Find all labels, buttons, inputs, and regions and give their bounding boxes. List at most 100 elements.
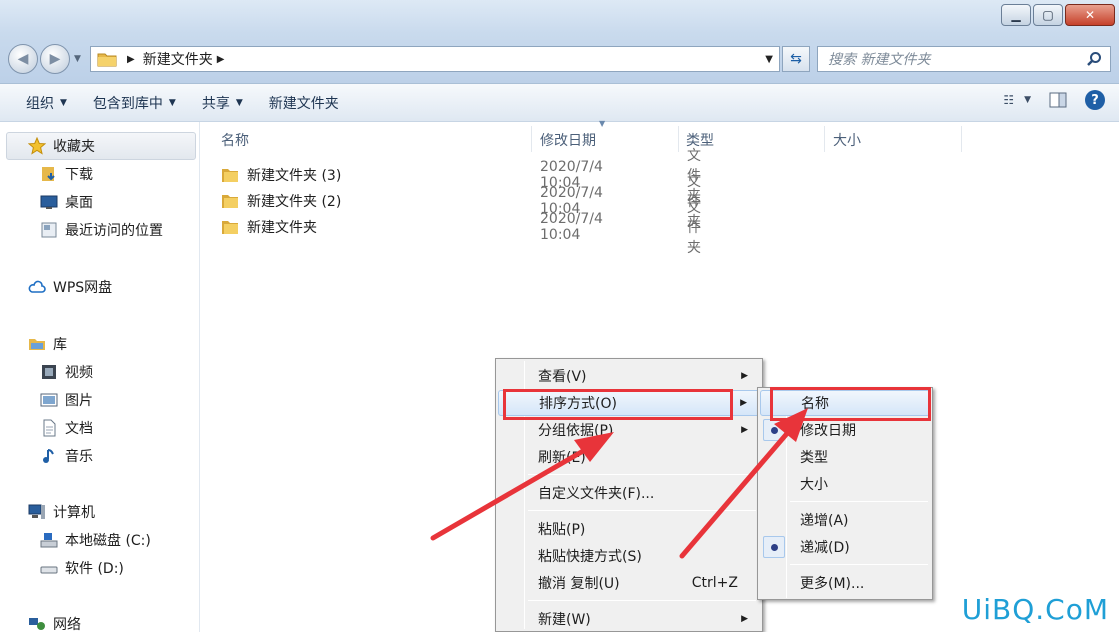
sidebar-item-label: 文档 bbox=[65, 421, 93, 437]
file-date: 2020/7/4 10:04 bbox=[540, 211, 603, 243]
menu-item-refresh[interactable]: 刷新(E) bbox=[498, 444, 760, 470]
sidebar-item-network[interactable]: 网络 bbox=[28, 614, 81, 632]
sidebar-item-computer[interactable]: 计算机 bbox=[28, 502, 95, 522]
menu-separator bbox=[528, 510, 756, 511]
back-button[interactable]: ◀ bbox=[8, 44, 38, 74]
menu-item-new[interactable]: 新建(W) ▶ bbox=[498, 606, 760, 632]
command-bar: 组织 ▼ 包含到库中 ▼ 共享 ▼ 新建文件夹 ☷ ▼ ? bbox=[0, 84, 1119, 122]
column-header-size[interactable]: 大小 bbox=[833, 130, 861, 150]
folder-icon bbox=[222, 195, 238, 208]
menu-item-customize-folder[interactable]: 自定义文件夹(F)... bbox=[498, 480, 760, 506]
document-icon bbox=[40, 419, 58, 437]
submenu-arrow-icon: ▶ bbox=[741, 371, 748, 381]
desktop-icon bbox=[40, 193, 58, 211]
close-button[interactable]: ✕ bbox=[1065, 4, 1115, 26]
maximize-button[interactable]: ▢ bbox=[1033, 4, 1063, 26]
chevron-down-icon: ▼ bbox=[168, 97, 176, 108]
file-name: 新建文件夹 (2) bbox=[247, 194, 342, 210]
sort-option-type[interactable]: 类型 bbox=[760, 444, 930, 470]
menu-item-label: 更多(M)... bbox=[800, 576, 865, 592]
menu-item-view[interactable]: 查看(V) ▶ bbox=[498, 363, 760, 389]
file-name: 新建文件夹 (3) bbox=[247, 168, 342, 184]
star-icon bbox=[28, 137, 46, 155]
folder-icon bbox=[222, 221, 238, 234]
minimize-button[interactable]: ▁ bbox=[1001, 4, 1031, 26]
sidebar-item-label: 最近访问的位置 bbox=[65, 223, 163, 239]
menu-item-paste-shortcut[interactable]: 粘贴快捷方式(S) bbox=[498, 543, 760, 569]
column-divider[interactable] bbox=[678, 126, 679, 152]
file-row[interactable]: 新建文件夹 (2) 2020/7/4 10:04 文件夹 bbox=[221, 174, 701, 230]
search-icon[interactable] bbox=[1086, 51, 1102, 67]
menu-item-paste[interactable]: 粘贴(P) bbox=[498, 516, 760, 542]
column-divider[interactable] bbox=[824, 126, 825, 152]
column-divider[interactable] bbox=[961, 126, 962, 152]
address-dropdown-icon[interactable]: ▼ bbox=[765, 54, 773, 65]
sidebar-item-desktop[interactable]: 桌面 bbox=[40, 192, 93, 212]
sidebar-item-wps-drive[interactable]: WPS网盘 bbox=[28, 277, 112, 297]
column-divider[interactable] bbox=[531, 126, 532, 152]
sidebar-item-pictures[interactable]: 图片 bbox=[40, 390, 93, 410]
annotation-highlight-sort-by bbox=[503, 389, 733, 420]
view-options-button[interactable]: ☷ ▼ bbox=[1003, 93, 1031, 107]
refresh-button[interactable]: ⇆ bbox=[782, 46, 810, 72]
sidebar-item-documents[interactable]: 文档 bbox=[40, 418, 93, 438]
include-in-library-menu[interactable]: 包含到库中 ▼ bbox=[93, 93, 176, 113]
file-row[interactable]: 新建文件夹 (3) 2020/7/4 10:04 文件夹 bbox=[221, 148, 701, 204]
radio-selected-icon bbox=[771, 426, 778, 434]
menu-item-group-by[interactable]: 分组依据(P) ▶ bbox=[498, 417, 760, 443]
new-folder-label: 新建文件夹 bbox=[268, 95, 339, 112]
chevron-down-icon: ▼ bbox=[1024, 95, 1031, 105]
network-icon bbox=[28, 615, 46, 632]
column-header-date[interactable]: 修改日期 bbox=[540, 130, 596, 150]
sort-option-more[interactable]: 更多(M)... bbox=[760, 570, 930, 596]
navigation-pane: 收藏夹 下载 桌面 最近访问的位置 WPS网盘 库 视频 图片 文档 音乐 计算… bbox=[0, 122, 200, 632]
menu-item-label: 撤消 复制(U) bbox=[538, 576, 620, 592]
submenu-arrow-icon: ▶ bbox=[740, 398, 747, 408]
menu-item-label: 递减(D) bbox=[800, 540, 850, 556]
address-bar[interactable]: ▶ 新建文件夹 ▶ ▼ bbox=[90, 46, 780, 72]
recent-places-icon bbox=[40, 221, 58, 239]
menu-item-label: 分组依据(P) bbox=[538, 423, 614, 439]
menu-item-undo-copy[interactable]: 撤消 复制(U) Ctrl+Z bbox=[498, 570, 760, 596]
sort-option-size[interactable]: 大小 bbox=[760, 471, 930, 497]
menu-item-label: 自定义文件夹(F)... bbox=[538, 486, 655, 502]
sidebar-item-drive-c[interactable]: 本地磁盘 (C:) bbox=[40, 530, 151, 550]
sidebar-item-label: 桌面 bbox=[65, 195, 93, 211]
share-menu[interactable]: 共享 ▼ bbox=[202, 93, 243, 113]
sidebar-item-label: 下载 bbox=[65, 167, 93, 183]
sidebar-item-videos[interactable]: 视频 bbox=[40, 362, 93, 382]
search-input[interactable]: 搜索 新建文件夹 bbox=[817, 46, 1111, 72]
sidebar-item-downloads[interactable]: 下载 bbox=[40, 164, 93, 184]
picture-icon bbox=[40, 391, 58, 409]
sidebar-item-favorites[interactable]: 收藏夹 bbox=[28, 136, 95, 156]
sidebar-item-label: 库 bbox=[53, 337, 67, 353]
navigation-buttons: ◀ ▶ ▼ bbox=[8, 44, 81, 74]
title-bar: ▁ ▢ ✕ ◀ ▶ ▼ ▶ 新建文件夹 ▶ ▼ ⇆ 搜索 新建文件夹 bbox=[0, 0, 1119, 84]
sidebar-item-libraries[interactable]: 库 bbox=[28, 334, 67, 354]
breadcrumb-current-folder[interactable]: 新建文件夹 bbox=[143, 49, 213, 69]
sort-order-ascending[interactable]: 递增(A) bbox=[760, 507, 930, 533]
organize-menu[interactable]: 组织 ▼ bbox=[26, 93, 67, 113]
sidebar-item-music[interactable]: 音乐 bbox=[40, 446, 93, 466]
include-library-label: 包含到库中 bbox=[92, 95, 163, 112]
forward-button[interactable]: ▶ bbox=[40, 44, 70, 74]
breadcrumb-arrow-icon[interactable]: ▶ bbox=[217, 54, 225, 65]
folder-icon bbox=[222, 169, 238, 182]
recent-pages-dropdown-icon[interactable]: ▼ bbox=[74, 54, 81, 64]
sort-order-descending[interactable]: 递减(D) bbox=[760, 534, 930, 560]
keyboard-shortcut: Ctrl+Z bbox=[691, 575, 738, 591]
preview-pane-button[interactable] bbox=[1049, 92, 1067, 108]
file-name: 新建文件夹 bbox=[247, 220, 317, 236]
radio-selected-icon bbox=[771, 543, 778, 551]
watermark-text: UiBQ.CoM bbox=[961, 593, 1109, 626]
window-controls: ▁ ▢ ✕ bbox=[1001, 4, 1115, 26]
new-folder-button[interactable]: 新建文件夹 bbox=[269, 93, 339, 113]
file-row[interactable]: 新建文件夹 2020/7/4 10:04 文件夹 bbox=[221, 200, 701, 256]
help-icon[interactable]: ? bbox=[1085, 90, 1105, 110]
column-header-name[interactable]: 名称 bbox=[221, 130, 249, 150]
sidebar-item-label: 图片 bbox=[65, 393, 93, 409]
breadcrumb-arrow-icon[interactable]: ▶ bbox=[127, 54, 135, 65]
sidebar-item-recent-places[interactable]: 最近访问的位置 bbox=[40, 220, 163, 240]
chevron-down-icon: ▼ bbox=[235, 97, 243, 108]
sidebar-item-drive-d[interactable]: 软件 (D:) bbox=[40, 558, 124, 578]
